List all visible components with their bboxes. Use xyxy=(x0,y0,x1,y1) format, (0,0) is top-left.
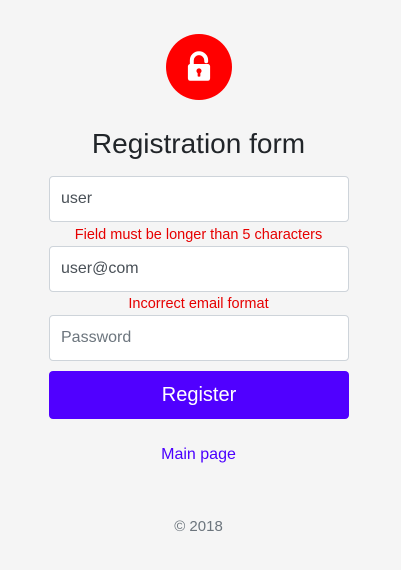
username-input[interactable] xyxy=(49,176,349,222)
registration-page: Registration form Field must be longer t… xyxy=(0,0,401,570)
lock-icon xyxy=(187,51,211,81)
email-error-message: Incorrect email format xyxy=(128,296,269,312)
password-input[interactable] xyxy=(49,315,349,361)
main-page-link-container: Main page xyxy=(0,445,397,465)
footer-copyright: © 2018 xyxy=(174,518,223,535)
email-input[interactable] xyxy=(49,246,349,292)
page-title: Registration form xyxy=(91,128,306,159)
username-error-message: Field must be longer than 5 characters xyxy=(74,227,323,243)
lock-badge xyxy=(166,34,232,100)
register-button[interactable]: Register xyxy=(49,371,349,419)
main-page-link[interactable]: Main page xyxy=(161,446,236,463)
